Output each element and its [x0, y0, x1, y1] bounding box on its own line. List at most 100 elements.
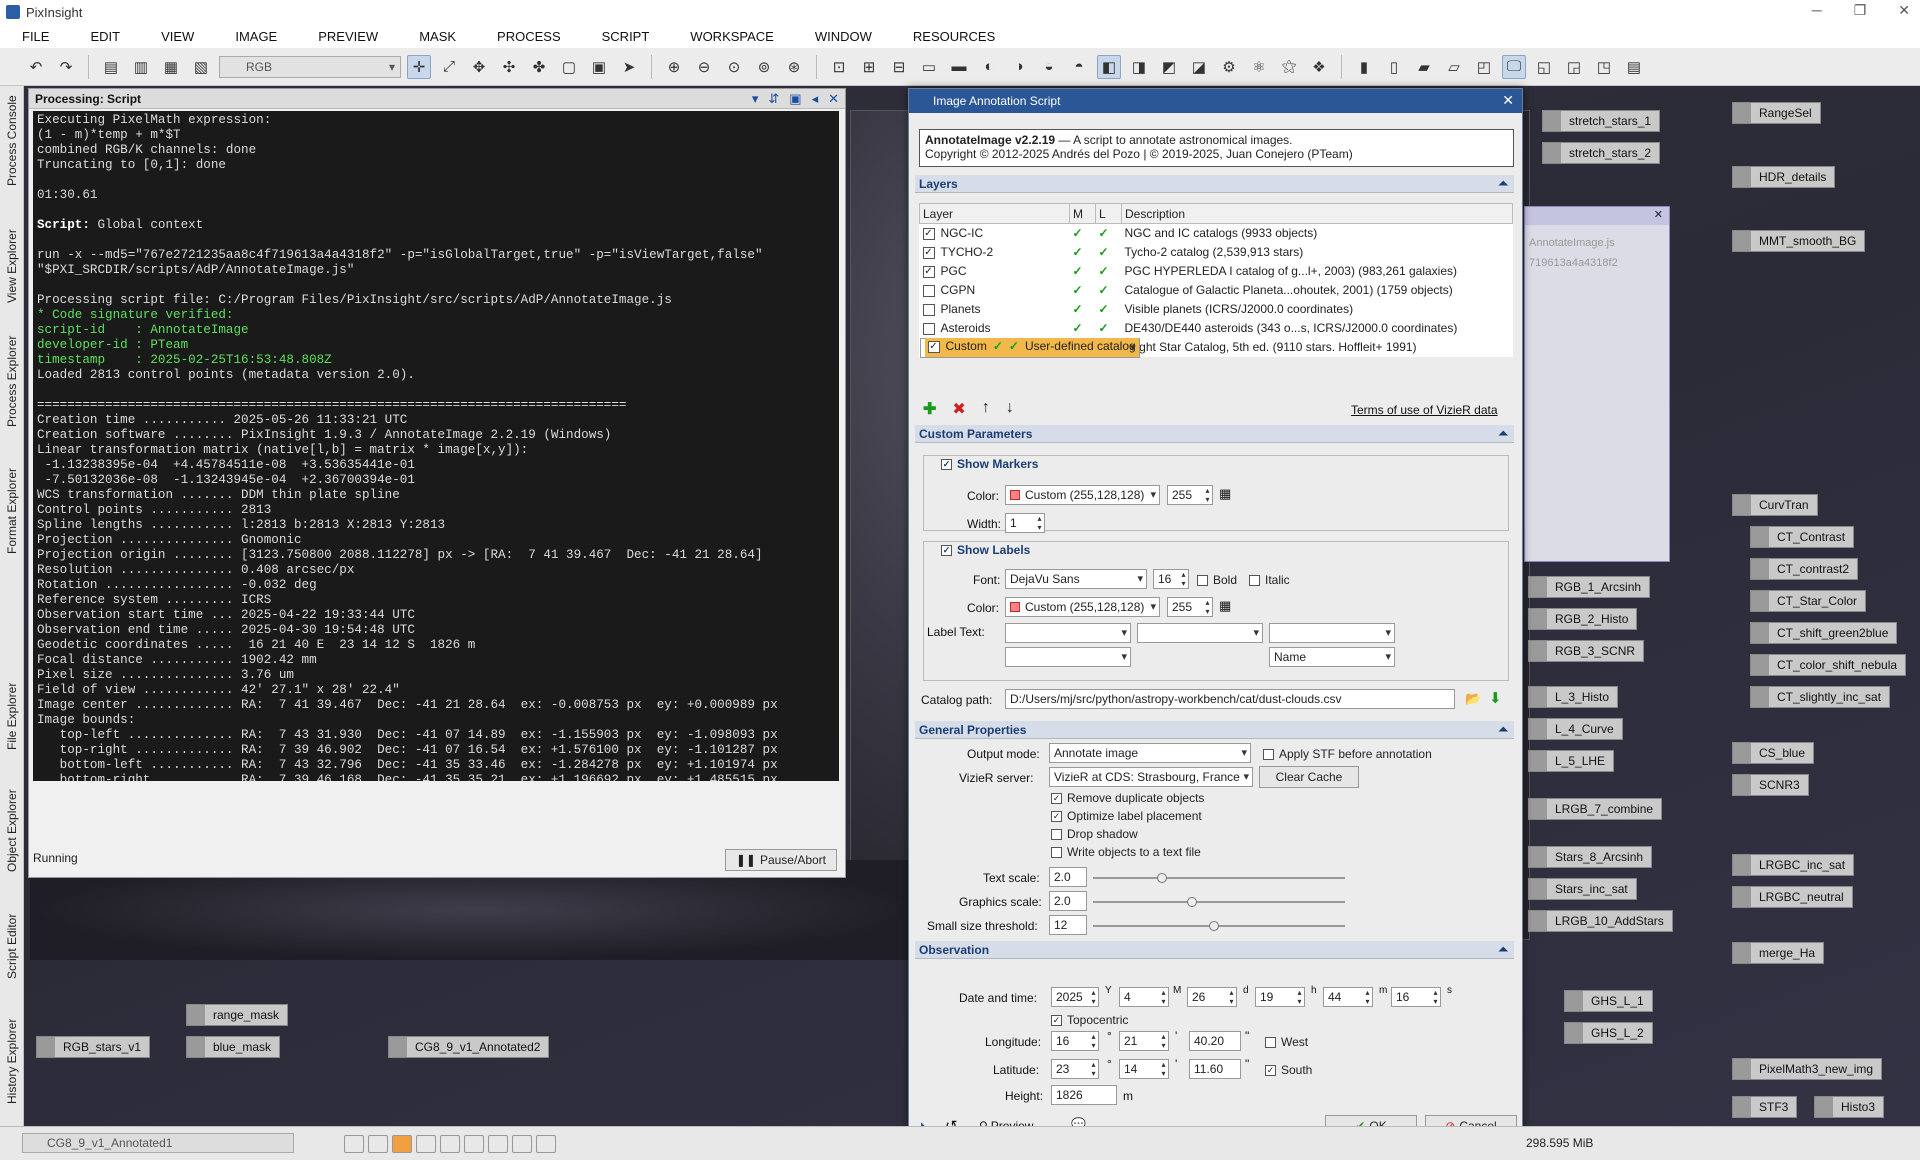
layer-row[interactable]: ✓ Custom ✓ ✓ User-defined catalog	[919, 337, 1140, 358]
delete-icon[interactable]: ✖	[952, 399, 965, 419]
tab-format-explorer[interactable]: Format Explorer	[0, 456, 24, 566]
mask-icon[interactable]: ◨	[1127, 55, 1151, 79]
menu-file[interactable]: FILE	[22, 29, 49, 44]
process-icon-lrgbcn[interactable]: LRGBC_neutral	[1732, 886, 1853, 908]
menu-view[interactable]: VIEW	[161, 29, 194, 44]
label-text-select[interactable]	[1137, 623, 1263, 643]
control-icon[interactable]	[512, 1135, 532, 1153]
control-icon[interactable]	[440, 1135, 460, 1153]
catalog-path-input[interactable]: D:/Users/mj/src/python/astropy-workbench…	[1005, 689, 1455, 709]
layers-section[interactable]: Layers ⏶	[915, 175, 1514, 193]
menu-mask[interactable]: MASK	[419, 29, 456, 44]
tool-icon[interactable]: ▧	[189, 55, 213, 79]
custom-parameters-section[interactable]: Custom Parameters ⏶	[915, 425, 1514, 443]
layer-checkbox[interactable]: ✓	[922, 265, 935, 278]
layer-checkbox[interactable]: ✓	[922, 228, 935, 241]
pointer-icon[interactable]: ➤	[617, 55, 641, 79]
tab-view-explorer[interactable]: View Explorer	[0, 216, 24, 316]
process-icon-lrgbcis[interactable]: LRGBC_inc_sat	[1732, 854, 1855, 876]
close-icon[interactable]: ✕	[828, 91, 839, 107]
close-icon[interactable]: ✕	[1898, 2, 1910, 19]
show-labels-checkbox[interactable]: ✓ Show Labels	[941, 543, 1030, 557]
layer-row[interactable]: ✓ PGC ✓ ✓ PGC HYPERLEDA I catalog of g...l+,…	[920, 262, 1513, 281]
control-icon[interactable]	[368, 1135, 388, 1153]
tool-icon[interactable]: ▥	[129, 55, 153, 79]
fit-icon[interactable]: ⊡	[827, 55, 851, 79]
preview-icon[interactable]: ▢	[557, 55, 581, 79]
process-icon-ctsg[interactable]: CT_shift_green2blue	[1750, 622, 1898, 644]
stf-icon[interactable]: ◒	[1037, 55, 1061, 79]
second-spin[interactable]: 16	[1391, 987, 1441, 1007]
process-icon-histo3[interactable]: Histo3	[1814, 1096, 1885, 1118]
restore-icon[interactable]: ❐	[1854, 2, 1867, 19]
tab-process-console[interactable]: Process Console	[0, 86, 24, 196]
menu-resources[interactable]: RESOURCES	[913, 29, 995, 44]
process-icon-ctcsn[interactable]: CT_color_shift_nebula	[1750, 654, 1907, 676]
process-icon-l5[interactable]: L_5_LHE	[1528, 750, 1615, 772]
fit-icon[interactable]: ⊟	[887, 55, 911, 79]
readout-mode-icon[interactable]: ✛	[407, 54, 431, 79]
zoom-in-icon[interactable]: ⊕	[662, 55, 686, 79]
process-icon-ghsl1[interactable]: GHS_L_1	[1564, 990, 1653, 1012]
topocentric-checkbox[interactable]: ✓ Topocentric	[1051, 1013, 1128, 1027]
marker-color-select[interactable]: Custom (255,128,128)	[1005, 485, 1160, 505]
process-icon-ctc[interactable]: CT_Contrast	[1750, 526, 1855, 548]
label-text-select[interactable]	[1269, 623, 1395, 643]
remove-duplicates-checkbox[interactable]: ✓ Remove duplicate objects	[1051, 791, 1204, 805]
process-icon-l3[interactable]: L_3_Histo	[1528, 686, 1619, 708]
menu-script[interactable]: SCRIPT	[602, 29, 650, 44]
process-icon-stars8[interactable]: Stars_8_Arcsinh	[1528, 846, 1653, 868]
layer-checkbox[interactable]	[922, 303, 935, 316]
layer-row[interactable]: ✓ TYCHO-2 ✓ ✓ Tycho-2 catalog (2,539,913 sta…	[920, 243, 1513, 262]
process-icon-ctsis[interactable]: CT_slightly_inc_sat	[1750, 686, 1891, 708]
panel-icon[interactable]: ◱	[1532, 55, 1556, 79]
west-checkbox[interactable]: West	[1265, 1035, 1308, 1049]
background-window[interactable]: ✕ AnnotateImage.js 719613a4a4318f2	[1524, 206, 1670, 562]
layer-checkbox[interactable]: ✓	[927, 340, 940, 353]
check-icon[interactable]: ✓	[1096, 224, 1122, 243]
tab-object-explorer[interactable]: Object Explorer	[0, 776, 24, 886]
color-picker-icon[interactable]: ▦	[1219, 598, 1231, 614]
month-spin[interactable]: 4	[1119, 987, 1169, 1007]
label-text-select[interactable]	[1005, 647, 1131, 667]
stf-icon[interactable]: ◑	[1007, 55, 1031, 79]
label-text-select[interactable]	[1005, 623, 1131, 643]
observation-section[interactable]: Observation ⏶	[915, 941, 1514, 959]
move-icon[interactable]: ✣	[497, 55, 521, 79]
redo-icon[interactable]: ↷	[54, 55, 78, 79]
panel-icon[interactable]: ◳	[1592, 55, 1616, 79]
collapse-icon[interactable]: ⏶	[1498, 942, 1508, 957]
process-icon-cg8ann2[interactable]: CG8_9_v1_Annotated2	[388, 1036, 550, 1058]
year-spin[interactable]: 2025	[1051, 987, 1099, 1007]
panel-icon[interactable]: ▮	[1352, 55, 1376, 79]
check-icon[interactable]: ✓	[989, 338, 1006, 357]
folder-icon[interactable]: 📂	[1465, 691, 1481, 707]
channel-select[interactable]: RGB	[219, 55, 401, 78]
minimize-icon[interactable]: ─	[1812, 2, 1822, 19]
tab-script-editor[interactable]: Script Editor	[0, 896, 24, 996]
panel-icon[interactable]: ◲	[1562, 55, 1586, 79]
layer-checkbox[interactable]	[922, 322, 935, 335]
control-icon[interactable]	[464, 1135, 484, 1153]
panel-icon[interactable]: ▯	[1382, 55, 1406, 79]
label-text-select[interactable]: Name	[1269, 647, 1395, 667]
process-icon-ctsc[interactable]: CT_Star_Color	[1750, 590, 1867, 612]
write-objects-checkbox[interactable]: Write objects to a text file	[1051, 845, 1201, 859]
mask-icon[interactable]: ◩	[1157, 55, 1181, 79]
vizier-server-select[interactable]: VizieR at CDS: Strasbourg, France	[1049, 767, 1253, 787]
preview-edit-icon[interactable]: ▣	[587, 55, 611, 79]
clear-cache-button[interactable]: Clear Cache	[1259, 766, 1359, 788]
move-down-icon[interactable]: ↓	[1006, 399, 1014, 419]
output-mode-select[interactable]: Annotate image	[1049, 743, 1251, 763]
close-icon[interactable]: ✕	[1502, 92, 1514, 109]
label-color-select[interactable]: Custom (255,128,128)	[1005, 597, 1160, 617]
minute-spin[interactable]: 44	[1323, 987, 1373, 1007]
zoom-icon[interactable]: ⊛	[782, 55, 806, 79]
process-icon[interactable]: ❖	[1307, 55, 1331, 79]
process-icon-csblue[interactable]: CS_blue	[1732, 742, 1815, 764]
check-icon[interactable]: ✓	[1070, 243, 1096, 262]
process-icon-mergeha[interactable]: merge_Ha	[1732, 942, 1825, 964]
longitude-sec-input[interactable]: 40.20	[1189, 1031, 1241, 1051]
process-icon-ctc2[interactable]: CT_contrast2	[1750, 558, 1859, 580]
tab-file-explorer[interactable]: File Explorer	[0, 666, 24, 766]
